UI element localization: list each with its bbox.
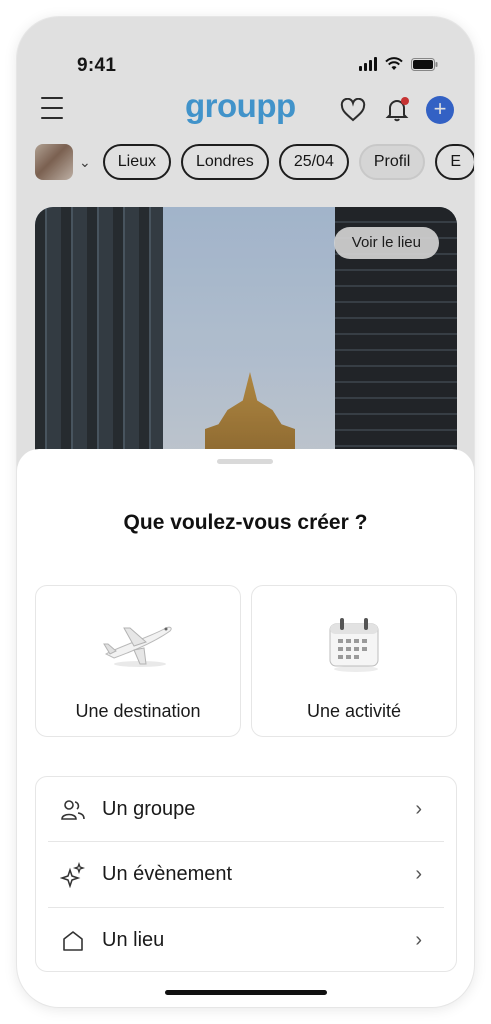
create-list: Un groupe › Un évènement › Un lieu ›: [35, 776, 457, 972]
list-item-group-label: Un groupe: [102, 798, 196, 820]
phone-screen: 9:41 groupp + ⌄ Lieux Londres 25/04 Prof…: [17, 17, 474, 1007]
airplane-icon: [98, 614, 178, 674]
calendar-icon: [314, 614, 394, 674]
chevron-right-icon: ›: [415, 798, 422, 820]
home-indicator: [165, 990, 327, 995]
users-icon: [60, 797, 86, 823]
list-item-event-label: Un évènement: [102, 863, 233, 885]
sparkles-icon: [60, 861, 86, 888]
bottom-sheet: Que voulez-vous créer ? Une destination: [17, 449, 474, 1007]
list-item-place-label: Un lieu: [102, 929, 165, 951]
card-destination-label: Une destination: [75, 701, 201, 721]
sheet-grabber[interactable]: [217, 459, 273, 464]
home-icon: [60, 928, 86, 954]
chevron-right-icon: ›: [415, 863, 422, 885]
create-cards: Une destination Une activité: [35, 585, 457, 737]
sheet-title: Que voulez-vous créer ?: [123, 511, 368, 534]
list-item-place[interactable]: Un lieu ›: [36, 908, 456, 973]
chevron-right-icon: ›: [415, 929, 422, 951]
card-destination[interactable]: Une destination: [35, 585, 241, 737]
card-activity-label: Une activité: [306, 701, 402, 721]
list-item-group[interactable]: Un groupe ›: [36, 777, 456, 842]
card-activity[interactable]: Une activité: [251, 585, 457, 737]
list-item-event[interactable]: Un évènement ›: [36, 842, 456, 907]
